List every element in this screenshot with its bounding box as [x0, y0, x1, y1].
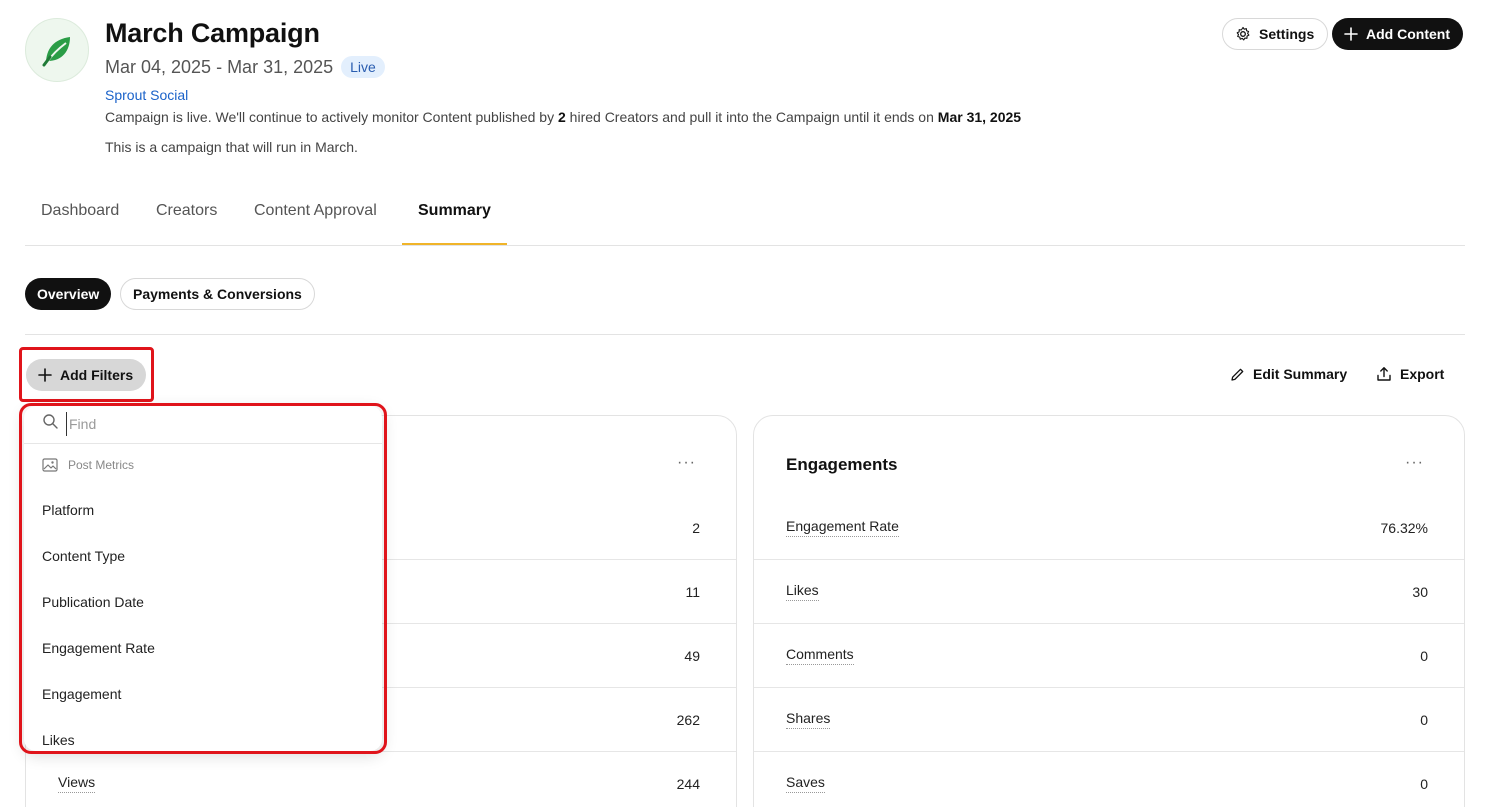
metric-value: 30 — [1412, 584, 1428, 600]
upload-icon — [1377, 367, 1391, 381]
filter-section-header: Post Metrics — [42, 458, 134, 472]
metric-row: Engagement Rate 76.32% — [754, 496, 1464, 560]
metric-value: 244 — [676, 776, 700, 792]
metric-row: Likes 30 — [754, 560, 1464, 624]
campaign-status-text: Campaign is live. We'll continue to acti… — [105, 109, 1021, 125]
metric-label: Engagement Rate — [786, 518, 899, 537]
filter-option-platform[interactable]: Platform — [42, 502, 94, 518]
export-button[interactable]: Export — [1376, 366, 1444, 382]
filter-option-engagement-rate[interactable]: Engagement Rate — [42, 640, 155, 656]
pencil-icon — [1231, 368, 1244, 381]
image-icon — [42, 458, 58, 472]
add-content-button[interactable]: Add Content — [1332, 18, 1463, 50]
leaf-logo-icon — [42, 37, 70, 67]
tab-creators[interactable]: Creators — [140, 188, 233, 245]
campaign-logo — [25, 18, 89, 82]
edit-summary-button[interactable]: Edit Summary — [1230, 366, 1347, 382]
filter-option-publication-date[interactable]: Publication Date — [42, 594, 144, 610]
filter-search-input[interactable] — [66, 412, 356, 436]
tab-dashboard[interactable]: Dashboard — [25, 188, 135, 245]
metric-value: 0 — [1420, 776, 1428, 792]
add-content-label: Add Content — [1366, 26, 1450, 42]
search-icon — [43, 414, 58, 429]
filter-option-engagement[interactable]: Engagement — [42, 686, 121, 702]
status-prefix: Campaign is live. We'll continue to acti… — [105, 109, 558, 125]
engagements-card: Engagements ··· Engagement Rate 76.32% L… — [753, 415, 1465, 807]
more-options-icon[interactable]: ··· — [1405, 454, 1424, 472]
metric-row: Shares 0 — [754, 688, 1464, 752]
export-label: Export — [1400, 366, 1445, 382]
subtab-overview[interactable]: Overview — [25, 278, 112, 310]
metric-value: 0 — [1420, 712, 1428, 728]
gear-icon — [1236, 26, 1250, 41]
section-divider — [25, 334, 1465, 335]
plus-icon — [1344, 27, 1358, 41]
filter-option-content-type[interactable]: Content Type — [42, 548, 125, 564]
main-tabs: Dashboard Creators Content Approval Summ… — [25, 188, 1465, 246]
end-date: Mar 31, 2025 — [937, 109, 1022, 125]
add-filters-highlight — [19, 347, 154, 402]
metric-row: Saves 0 — [754, 752, 1464, 807]
metric-label: Saves — [786, 774, 825, 793]
metric-value: 76.32% — [1380, 520, 1428, 536]
settings-label: Settings — [1259, 26, 1315, 42]
campaign-description: This is a campaign that will run in Marc… — [105, 139, 358, 155]
status-badge: Live — [341, 56, 385, 78]
campaign-dates-row: Mar 04, 2025 - Mar 31, 2025 Live — [105, 56, 385, 78]
metric-row: Views 244 — [26, 752, 736, 807]
filter-dropdown: Post Metrics Platform Content Type Publi… — [24, 406, 382, 751]
campaign-dates: Mar 04, 2025 - Mar 31, 2025 — [105, 56, 334, 77]
metric-row: Comments 0 — [754, 624, 1464, 688]
creator-count: 2 — [557, 109, 566, 125]
page-title: March Campaign — [105, 18, 320, 48]
metric-label: Shares — [786, 710, 831, 729]
status-middle: hired Creators and pull it into the Camp… — [565, 109, 938, 125]
metric-label: Views — [58, 774, 96, 793]
edit-summary-label: Edit Summary — [1253, 366, 1348, 382]
metric-label: Likes — [786, 582, 819, 601]
metric-value: 2 — [692, 520, 700, 536]
filter-option-likes[interactable]: Likes — [42, 732, 75, 748]
more-options-icon[interactable]: ··· — [677, 454, 696, 472]
metric-label: Comments — [786, 646, 854, 665]
brand-link[interactable]: Sprout Social — [105, 87, 188, 103]
tab-content-approval[interactable]: Content Approval — [238, 188, 393, 245]
filter-search-row — [24, 406, 382, 444]
metric-value: 11 — [685, 584, 700, 600]
metric-value: 49 — [684, 648, 700, 664]
card-title: Engagements — [786, 455, 898, 474]
filter-section-label: Post Metrics — [68, 458, 135, 472]
metric-value: 0 — [1420, 648, 1428, 664]
metric-value: 262 — [676, 712, 700, 728]
settings-button[interactable]: Settings — [1222, 18, 1329, 50]
subtab-payments-conversions[interactable]: Payments & Conversions — [120, 278, 315, 310]
tab-summary[interactable]: Summary — [402, 188, 507, 245]
